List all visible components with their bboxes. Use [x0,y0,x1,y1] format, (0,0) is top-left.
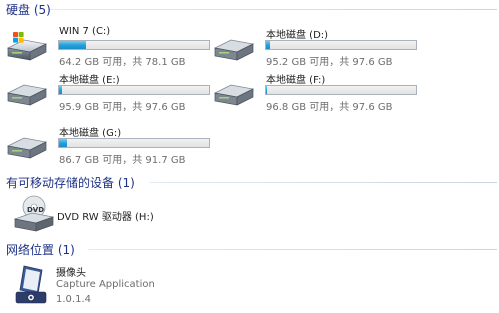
capacity-bar-fill [59,41,86,49]
drive-name: WIN 7 (C:) [59,26,111,37]
windows-system-drive-icon [6,32,48,61]
group-divider [50,9,497,10]
group-title-network: 网络位置 (1) [6,243,75,257]
group-header-network[interactable]: 网络位置 (1) [0,240,499,258]
group-header-removable[interactable]: 有可移动存储的设备 (1) [0,173,499,191]
drive-e[interactable]: 本地磁盘 (E:) 95.9 GB 可用，共 97.6 GB [2,71,212,117]
capacity-bar-fill [266,41,270,49]
drive-name: 本地磁盘 (E:) [59,75,120,86]
network-item-webcam[interactable]: 摄像头 Capture Application 1.0.1.4 [12,262,212,308]
capacity-bar [58,40,210,50]
drive-name: 本地磁盘 (G:) [59,128,122,139]
group-title-removable: 有可移动存储的设备 (1) [6,176,135,190]
network-item-version: 1.0.1.4 [56,294,91,305]
group-divider [150,182,497,183]
drive-name: 本地磁盘 (D:) [266,30,329,41]
drive-name: 本地磁盘 (F:) [266,75,326,86]
hard-drive-icon [213,39,255,61]
hard-drive-icon [213,84,255,106]
hard-drive-icon [6,137,48,159]
capacity-bar-fill [266,86,268,94]
capacity-bar [265,85,417,95]
group-header-hard-disks[interactable]: 硬盘 (5) [0,0,499,18]
hard-drive-icon [6,84,48,106]
drive-d[interactable]: 本地磁盘 (D:) 95.2 GB 可用，共 97.6 GB [209,26,419,72]
capacity-bar [58,85,210,95]
network-item-type: Capture Application [56,279,155,290]
webcam-capture-icon [15,265,47,304]
drive-c[interactable]: WIN 7 (C:) 64.2 GB 可用，共 78.1 GB [2,26,212,72]
drive-free-space: 95.9 GB 可用，共 97.6 GB [59,102,186,113]
dvd-drive-name: DVD RW 驱动器 (H:) [57,212,154,223]
drive-free-space: 95.2 GB 可用，共 97.6 GB [266,57,393,68]
drive-free-space: 96.8 GB 可用，共 97.6 GB [266,102,393,113]
dvd-drive[interactable]: DVD DVD RW 驱动器 (H:) [12,193,212,237]
network-item-name: 摄像头 [56,268,86,279]
capacity-bar [58,138,210,148]
capacity-bar-fill [59,86,62,94]
group-title-hard-disks: 硬盘 (5) [6,3,51,17]
group-divider [88,249,497,250]
dvd-disc-label: DVD [27,206,44,214]
dvd-drive-icon: DVD [13,195,55,232]
capacity-bar [265,40,417,50]
capacity-bar-fill [59,139,68,147]
explorer-content: 硬盘 (5) WIN 7 (C:) 64.2 GB 可用，共 78.1 GB 本… [0,0,499,313]
drive-free-space: 64.2 GB 可用，共 78.1 GB [59,57,186,68]
drive-free-space: 86.7 GB 可用，共 91.7 GB [59,155,186,166]
drive-f[interactable]: 本地磁盘 (F:) 96.8 GB 可用，共 97.6 GB [209,71,419,117]
drive-g[interactable]: 本地磁盘 (G:) 86.7 GB 可用，共 91.7 GB [2,124,212,170]
